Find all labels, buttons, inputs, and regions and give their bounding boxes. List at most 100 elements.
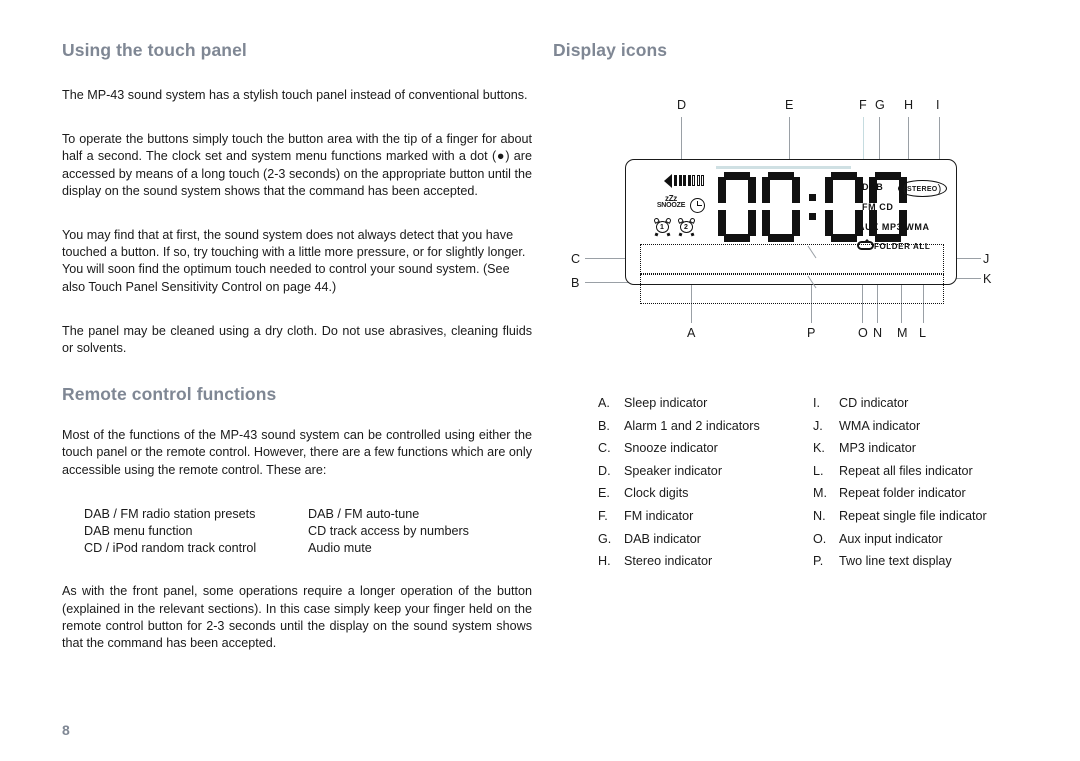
legend-label: CD indicator (839, 396, 909, 410)
clock-colon-icon (806, 172, 819, 242)
legend-key: O. (813, 531, 827, 546)
paragraph-remote-intro: Most of the functions of the MP-43 sound… (62, 428, 532, 477)
paragraph-remote-outro: As with the front panel, some operations… (62, 584, 532, 651)
list-item: F. FM indicator (598, 505, 813, 528)
legend-key: M. (813, 486, 827, 501)
paragraph-operate-buttons: To operate the buttons simply touch the … (62, 132, 532, 198)
legend-label: Repeat single file indicator (839, 508, 987, 523)
legend-key: B. (598, 418, 610, 433)
list-item: O. Aux input indicator (813, 528, 1028, 551)
stereo-indicator: (STEREO) (898, 180, 947, 197)
callout-label-i: I (936, 98, 940, 112)
dab-indicator: DAB (862, 182, 884, 192)
legend-key: A. (598, 396, 610, 410)
list-item: DAB / FM radio station presets (84, 506, 256, 521)
text-display-line-2 (640, 274, 944, 304)
lcd-display-panel: zZz SNOOZE 1 2 DAB (STEREO) FM CD AUX MP… (625, 159, 957, 304)
remote-functions-list: DAB / FM radio station presets DAB menu … (84, 506, 532, 558)
legend-label: Snooze indicator (624, 441, 718, 456)
alarm-1-icon: 1 (653, 217, 672, 237)
sleep-clock-icon (690, 198, 705, 213)
callout-label-g: G (875, 98, 885, 112)
legend-column-2: I. CD indicator J. WMA indicator K. MP3 … (813, 392, 1028, 573)
stereo-label: STEREO (906, 185, 938, 193)
legend-label: Clock digits (624, 486, 689, 501)
callout-label-e: E (785, 98, 794, 112)
list-item: A. Sleep indicator (598, 392, 813, 415)
legend-label: FM indicator (624, 508, 694, 523)
legend-label: Repeat all files indicator (839, 463, 973, 478)
legend-label: MP3 indicator (839, 441, 916, 456)
leader-line-h (908, 117, 909, 165)
alarm-foot-left-icon (654, 232, 659, 237)
speaker-cone-icon (664, 174, 672, 188)
alarm-foot-left-icon (678, 232, 683, 237)
section-title-remote-control-functions: Remote control functions (62, 384, 277, 405)
list-item: DAB menu function (84, 524, 193, 539)
section-title-display-icons: Display icons (553, 40, 668, 60)
list-item: CD track access by numbers (308, 524, 469, 539)
callout-label-h: H (904, 98, 914, 112)
segment-highlight-bar (716, 166, 851, 169)
stereo-paren-right-icon: ) (937, 182, 942, 195)
legend-label: Aux input indicator (839, 531, 943, 546)
legend-label: Sleep indicator (624, 396, 708, 410)
list-item: I. CD indicator (813, 392, 1028, 415)
fm-cd-indicators: FM CD (862, 202, 894, 212)
legend-label: WMA indicator (839, 418, 921, 433)
legend-label: Alarm 1 and 2 indicators (624, 418, 760, 433)
alarm-2-icon: 2 (677, 217, 696, 237)
callout-label-a: A (687, 326, 696, 340)
list-item: N. Repeat single file indicator (813, 505, 1028, 528)
paragraph-cleaning: The panel may be cleaned using a dry clo… (62, 323, 532, 356)
leader-line-p-ticks (807, 245, 817, 289)
callout-label-n: N (873, 326, 883, 340)
legend-key: F. (598, 508, 608, 523)
snooze-label: SNOOZE (656, 202, 686, 209)
list-item: M. Repeat folder indicator (813, 482, 1028, 505)
list-item: D. Speaker indicator (598, 460, 813, 483)
left-column: Using the touch panel The MP-43 sound sy… (62, 40, 532, 679)
callout-label-j: J (983, 252, 990, 266)
list-item: C. Snooze indicator (598, 437, 813, 460)
legend-column-1: A. Sleep indicator B. Alarm 1 and 2 indi… (598, 392, 813, 573)
text-display-line-1 (640, 244, 944, 274)
remote-functions-column-1: DAB / FM radio station presets DAB menu … (84, 506, 308, 558)
legend-key: E. (598, 486, 610, 501)
callout-label-d: D (677, 98, 687, 112)
callout-label-m: M (897, 326, 908, 340)
callout-label-o: O (858, 326, 868, 340)
callout-label-l: L (919, 326, 927, 340)
clock-minute-hand-icon (697, 205, 702, 207)
callout-label-k: K (983, 272, 992, 286)
list-item: G. DAB indicator (598, 528, 813, 551)
list-item: J. WMA indicator (813, 415, 1028, 438)
page-title-using-touch-panel: Using the touch panel (62, 40, 247, 60)
legend-label: DAB indicator (624, 531, 701, 546)
callout-label-b: B (571, 276, 580, 290)
page-number: 8 (62, 722, 70, 738)
legend-key: H. (598, 554, 611, 569)
aux-mp3-wma-indicators: AUX MP3 WMA (858, 222, 930, 232)
list-item: P. Two line text display (813, 550, 1028, 573)
legend-key: C. (598, 441, 611, 456)
list-item: E. Clock digits (598, 482, 813, 505)
legend-key: I. (813, 396, 820, 410)
legend-key: P. (813, 554, 824, 569)
paragraph-detection: You may find that at first, the sound sy… (62, 228, 526, 294)
alarm-foot-right-icon (690, 232, 695, 237)
alarm-bell-body-icon: 1 (655, 221, 669, 233)
legend-label: Two line text display (839, 554, 952, 569)
speaker-volume-bars-icon (674, 175, 704, 186)
legend-key: L. (813, 463, 824, 478)
legend-key: G. (598, 531, 612, 546)
snooze-indicator: zZz SNOOZE (654, 195, 688, 210)
legend-key: N. (813, 508, 826, 523)
list-item: K. MP3 indicator (813, 437, 1028, 460)
paragraph-intro: The MP-43 sound system has a stylish tou… (62, 88, 528, 102)
callout-label-p: P (807, 326, 816, 340)
list-item: Audio mute (308, 541, 372, 556)
callout-label-f: F (859, 98, 867, 112)
legend-label: Repeat folder indicator (839, 486, 966, 501)
alarm-foot-right-icon (666, 232, 671, 237)
